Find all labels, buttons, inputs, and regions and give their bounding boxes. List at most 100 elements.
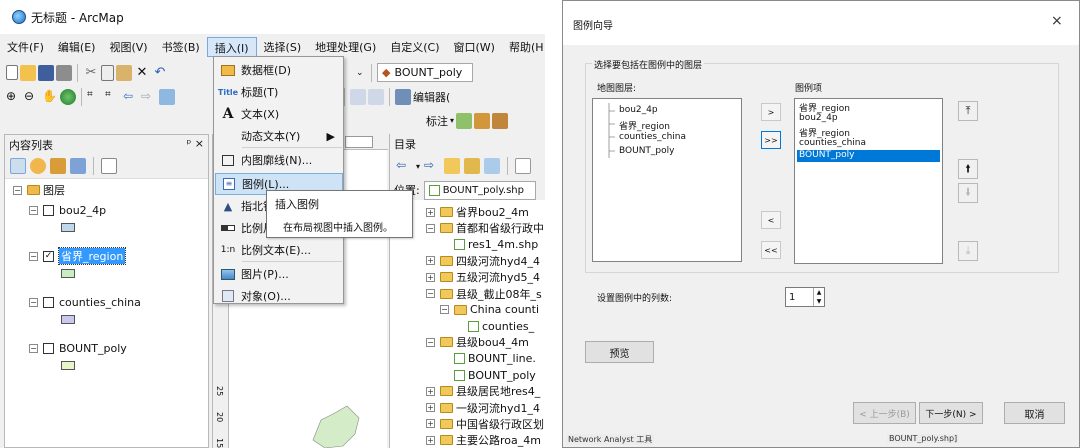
menu-file[interactable]: 文件(F): [0, 37, 51, 57]
catalog-item-label[interactable]: res1_4m.shp: [468, 238, 538, 251]
pan-icon[interactable]: ✋: [42, 89, 58, 105]
legend-item[interactable]: 省界_region: [797, 126, 940, 139]
menu-customize[interactable]: 自定义(C): [383, 37, 446, 57]
spinner-up-icon[interactable]: ▲: [814, 288, 824, 297]
catalog-item[interactable]: + 一级河流hyd1_4: [426, 400, 540, 416]
move-down-button[interactable]: 🠛: [958, 183, 978, 203]
remove-layer-button[interactable]: <: [761, 211, 781, 229]
catalog-views-icon[interactable]: [515, 158, 532, 174]
menu-insert[interactable]: 插入(I): [206, 37, 257, 57]
catalog-item[interactable]: counties_: [454, 318, 534, 334]
map-layer-item[interactable]: counties_china: [619, 132, 686, 142]
layer-symbol-swatch[interactable]: [61, 315, 75, 324]
menu-view[interactable]: 视图(V): [102, 37, 154, 57]
print-icon[interactable]: [56, 64, 72, 81]
catalog-toggle-icon[interactable]: [484, 158, 501, 174]
expand-icon[interactable]: +: [426, 403, 435, 413]
map-layers-list[interactable]: bou2_4p 省界_region counties_china BOUNT_poly: [592, 98, 742, 262]
insert-menu-item[interactable]: A 文本(X): [215, 103, 343, 125]
collapse-icon[interactable]: −: [13, 185, 22, 195]
expand-icon[interactable]: +: [426, 272, 435, 282]
map-layer-item[interactable]: bou2_4p: [619, 105, 658, 115]
labeling-dropdown-icon[interactable]: ▾: [450, 116, 454, 125]
layer-visibility-checkbox[interactable]: [43, 296, 54, 308]
legend-item[interactable]: bou2_4p: [797, 113, 940, 125]
dropdown-chevron-icon[interactable]: ⌄: [352, 63, 366, 82]
menu-edit[interactable]: 编辑(E): [51, 37, 103, 57]
collapse-icon[interactable]: −: [29, 251, 38, 261]
insert-menu-item[interactable]: Title 标题(T): [215, 81, 343, 103]
list-by-visibility-icon[interactable]: [50, 157, 66, 174]
expand-icon[interactable]: +: [426, 435, 435, 445]
paste-icon[interactable]: [116, 64, 132, 81]
catalog-item-label[interactable]: 主要公路roa_4m: [456, 432, 541, 448]
catalog-back-icon[interactable]: ⇦: [396, 158, 412, 174]
spinner-down-icon[interactable]: ▼: [814, 297, 824, 306]
collapse-icon[interactable]: −: [29, 297, 38, 307]
catalog-item-label[interactable]: 县级bou4_4m: [456, 334, 529, 350]
catalog-item-label[interactable]: 省界bou2_4m: [456, 204, 529, 220]
layer-name[interactable]: BOUNT_poly: [59, 342, 127, 355]
catalog-item[interactable]: − 县级bou4_4m: [426, 334, 529, 350]
menu-bookmarks[interactable]: 书签(B): [155, 37, 207, 57]
collapse-icon[interactable]: −: [29, 205, 38, 215]
collapse-icon[interactable]: −: [440, 305, 449, 315]
list-by-drawing-order-icon[interactable]: [10, 157, 26, 174]
catalog-item[interactable]: − 县级_截止08年_s: [426, 286, 542, 302]
catalog-item-label[interactable]: 五级河流hyd5_4: [456, 269, 540, 285]
catalog-item-label[interactable]: 首都和省级行政中: [456, 220, 544, 236]
editor-label[interactable]: 编辑器(: [413, 89, 450, 105]
toc-layer-row[interactable]: − BOUNT_poly: [29, 339, 127, 357]
menu-geoprocessing[interactable]: 地理处理(G): [308, 37, 383, 57]
menu-selection[interactable]: 选择(S): [257, 37, 309, 57]
label-weight-icon[interactable]: [492, 112, 509, 129]
insert-menu-item[interactable]: 数据框(D): [215, 59, 343, 81]
remove-all-layers-button[interactable]: <<: [761, 241, 781, 259]
catalog-forward-icon[interactable]: ⇨: [424, 158, 440, 174]
new-document-icon[interactable]: [6, 65, 18, 80]
move-to-bottom-button[interactable]: ⤓: [958, 241, 978, 261]
add-layer-button[interactable]: >: [761, 103, 781, 121]
catalog-item-label[interactable]: BOUNT_line.: [468, 352, 536, 365]
collapse-icon[interactable]: −: [426, 337, 435, 347]
list-by-selection-icon[interactable]: [70, 157, 86, 174]
catalog-up-icon[interactable]: [444, 158, 461, 174]
legend-items-list[interactable]: 省界_region bou2_4p 省界_region counties_china B…: [794, 98, 943, 264]
insert-menu-item[interactable]: 图片(P)...: [215, 263, 343, 285]
legend-item[interactable]: counties_china: [797, 138, 940, 150]
catalog-item[interactable]: BOUNT_line.: [440, 351, 536, 367]
expand-icon[interactable]: +: [426, 256, 435, 266]
catalog-home-icon[interactable]: [464, 158, 481, 174]
full-extent-icon[interactable]: [60, 88, 76, 105]
catalog-item-label[interactable]: China counti: [470, 303, 539, 316]
next-button[interactable]: 下一步(N) >: [919, 402, 983, 424]
layer-symbol-swatch[interactable]: [61, 223, 75, 232]
insert-menu-item[interactable]: 1:n 比例文本(E)...: [215, 239, 343, 261]
expand-icon[interactable]: +: [426, 419, 435, 429]
catalog-item-label[interactable]: 中国省级行政区划: [456, 416, 544, 432]
columns-value[interactable]: 1: [786, 292, 813, 303]
catalog-item-label[interactable]: counties_: [482, 320, 534, 333]
catalog-item-label[interactable]: 一级河流hyd1_4: [456, 400, 540, 416]
search-window-icon[interactable]: [368, 88, 384, 105]
catalog-item[interactable]: + 县级居民地res4_: [426, 383, 540, 399]
catalog-back-dropdown-icon[interactable]: ▾: [416, 162, 420, 171]
add-all-layers-button[interactable]: >>: [761, 131, 781, 149]
cancel-button[interactable]: 取消: [1004, 402, 1065, 424]
toc-pin-close-icon[interactable]: ᵖ ×: [187, 137, 204, 151]
editor-icon[interactable]: [395, 88, 411, 105]
menu-help[interactable]: 帮助(H: [502, 37, 545, 57]
layer-symbol-swatch[interactable]: [61, 361, 75, 370]
label-manager-icon[interactable]: [456, 112, 473, 129]
catalog-item-label[interactable]: 县级居民地res4_: [456, 383, 540, 399]
copy-icon[interactable]: [101, 64, 114, 81]
delete-icon[interactable]: ✕: [134, 65, 150, 81]
toc-layer-row[interactable]: − counties_china: [29, 293, 141, 311]
toc-options-icon[interactable]: [101, 157, 117, 174]
toc-layer-row[interactable]: − ✓ 省界_region: [29, 247, 127, 265]
insert-menu-item[interactable]: 动态文本(Y) ▶: [215, 125, 343, 147]
columns-spinner[interactable]: 1 ▲ ▼: [785, 287, 825, 307]
spinner-arrows[interactable]: ▲ ▼: [813, 288, 824, 306]
layout-scale-box[interactable]: [345, 136, 373, 148]
select-features-icon[interactable]: [159, 88, 175, 105]
